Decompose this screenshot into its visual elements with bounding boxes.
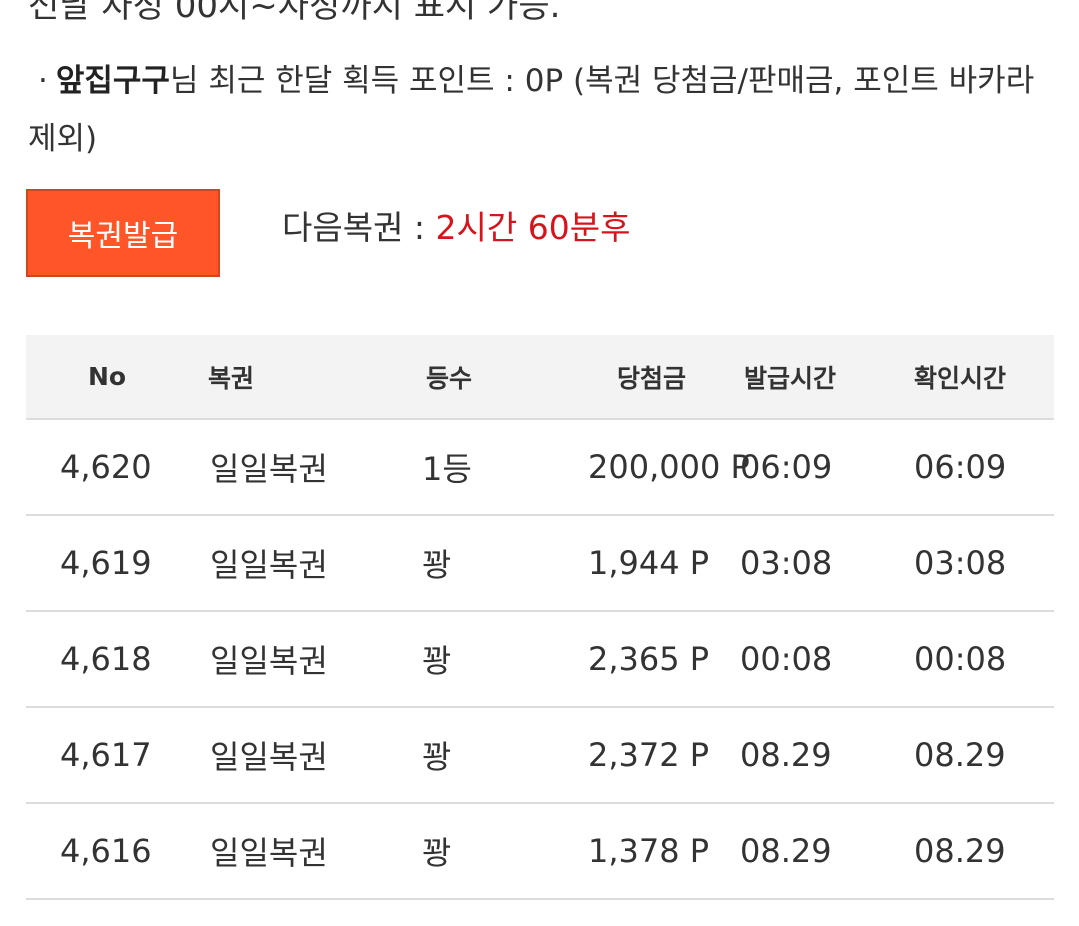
cell-checked-time: 03:08 (904, 515, 1054, 612)
header-prize: 당첨금 (564, 335, 734, 420)
table-row: 4,620 일일복권 1등 200,000 P 06:09 06:09 (26, 419, 1054, 516)
cell-prize: 1,944 P (564, 515, 734, 612)
cell-prize: 2,365 P (564, 611, 734, 708)
next-lottery-info: 다음복권 : 2시간 60분후 (282, 200, 630, 256)
monthly-points-info: · 앞집구구님 최근 한달 획득 포인트 : 0P (복권 당첨금/판매금, 포인… (28, 52, 1038, 168)
cell-lottery: 일일복권 (198, 707, 394, 804)
table-body: 4,620 일일복권 1등 200,000 P 06:09 06:09 4,61… (26, 419, 1054, 900)
cut-off-notice-text: 전날 자정 00시~자정까지 표시 가능. (28, 0, 561, 26)
cell-lottery: 일일복권 (198, 803, 394, 900)
cell-lottery: 일일복권 (198, 611, 394, 708)
table-row: 4,617 일일복권 꽝 2,372 P 08.29 08.29 (26, 707, 1054, 804)
cell-issued-time: 00:08 (734, 611, 904, 708)
header-checked-time: 확인시간 (904, 335, 1054, 420)
username: 앞집구구 (55, 63, 170, 99)
table-row: 4,616 일일복권 꽝 1,378 P 08.29 08.29 (26, 803, 1054, 900)
cell-no: 4,618 (26, 611, 198, 708)
cell-issued-time: 08.29 (734, 707, 904, 804)
cell-issued-time: 08.29 (734, 803, 904, 900)
cell-no: 4,619 (26, 515, 198, 612)
cell-checked-time: 06:09 (904, 419, 1054, 516)
header-grade: 등수 (394, 335, 564, 420)
cell-lottery: 일일복권 (198, 419, 394, 516)
cell-grade: 1등 (394, 419, 564, 516)
cell-grade: 꽝 (394, 515, 564, 612)
cell-issued-time: 06:09 (734, 419, 904, 516)
cell-checked-time: 08.29 (904, 707, 1054, 804)
cell-no: 4,617 (26, 707, 198, 804)
cell-prize: 1,378 P (564, 803, 734, 900)
cell-no: 4,616 (26, 803, 198, 900)
cell-no: 4,620 (26, 419, 198, 516)
cell-checked-time: 08.29 (904, 803, 1054, 900)
cell-lottery: 일일복권 (198, 515, 394, 612)
cell-grade: 꽝 (394, 803, 564, 900)
issue-lottery-button[interactable]: 복권발급 (26, 189, 220, 277)
cell-grade: 꽝 (394, 611, 564, 708)
table-row: 4,618 일일복권 꽝 2,365 P 00:08 00:08 (26, 611, 1054, 708)
header-no: No (26, 335, 198, 420)
table-header: No 복권 등수 당첨금 발급시간 확인시간 (26, 335, 1054, 420)
header-row: No 복권 등수 당첨금 발급시간 확인시간 (26, 335, 1054, 420)
monthly-points-text: 님 최근 한달 획득 포인트 : 0P (복권 당첨금/판매금, 포인트 바카라… (28, 63, 1035, 157)
bullet: · (38, 63, 48, 99)
lottery-history-table: No 복권 등수 당첨금 발급시간 확인시간 4,620 일일복권 1등 200… (26, 335, 1054, 900)
table-row: 4,619 일일복권 꽝 1,944 P 03:08 03:08 (26, 515, 1054, 612)
next-lottery-label: 다음복권 : (282, 208, 436, 247)
header-issued-time: 발급시간 (734, 335, 904, 420)
cell-issued-time: 03:08 (734, 515, 904, 612)
next-lottery-countdown: 2시간 60분후 (435, 208, 631, 247)
cell-checked-time: 00:08 (904, 611, 1054, 708)
header-lottery: 복권 (198, 335, 394, 420)
cell-grade: 꽝 (394, 707, 564, 804)
cell-prize: 200,000 P (564, 419, 750, 516)
cell-prize: 2,372 P (564, 707, 734, 804)
